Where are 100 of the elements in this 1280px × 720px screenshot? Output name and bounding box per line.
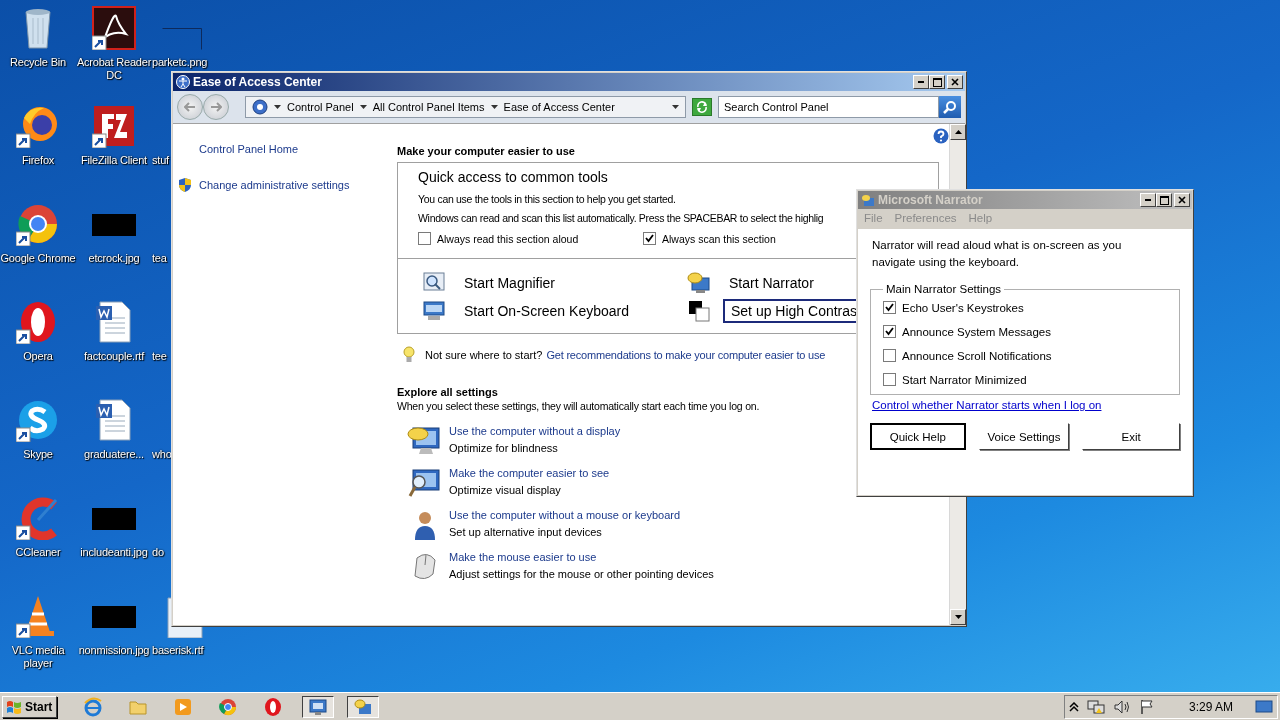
forward-arrow-icon xyxy=(210,102,222,112)
checkbox[interactable] xyxy=(883,325,896,338)
refresh-icon xyxy=(696,101,708,113)
icon-label[interactable]: Opera xyxy=(23,350,53,363)
help-icon[interactable] xyxy=(933,128,949,144)
close-button[interactable] xyxy=(947,75,963,89)
minimize-button[interactable] xyxy=(1140,193,1156,207)
opera-icon[interactable] xyxy=(263,696,284,717)
icon-label[interactable]: parketc.png xyxy=(152,56,208,69)
taskbar-button[interactable] xyxy=(347,695,380,718)
narrator-icon xyxy=(861,193,875,207)
contrast-icon xyxy=(687,300,711,322)
checkbox[interactable] xyxy=(418,232,431,245)
icon-label[interactable]: nonmission.jpg xyxy=(78,644,150,657)
icon-label[interactable]: tee xyxy=(152,350,167,363)
icon-label[interactable]: baserisk.rtf xyxy=(152,644,204,657)
search-icon xyxy=(943,100,957,114)
icon-label[interactable]: Recycle Bin xyxy=(10,56,66,69)
refresh-button[interactable] xyxy=(692,98,712,116)
back-arrow-icon xyxy=(184,102,196,112)
dropdown-arrow-icon[interactable] xyxy=(672,105,679,109)
icon-label[interactable]: Google Chrome xyxy=(0,252,76,265)
minimize-icon xyxy=(1145,199,1151,201)
icon-label[interactable]: Firefox xyxy=(21,154,55,167)
close-icon xyxy=(951,78,959,86)
section-description: When you select these settings, they will automatically start each time you log on. xyxy=(397,400,760,412)
sidebar-link[interactable]: Control Panel Home xyxy=(199,143,299,155)
setting-link[interactable]: Use the computer without a mouse or keyboard xyxy=(449,509,681,521)
group-title: Main Narrator Settings xyxy=(885,283,1003,295)
close-button[interactable] xyxy=(1174,193,1190,207)
icon-label[interactable]: etcrock.jpg xyxy=(88,252,140,265)
breadcrumb[interactable]: All Control Panel Items xyxy=(372,101,485,113)
setting-description: Optimize for blindness xyxy=(449,442,558,454)
address-bar[interactable]: Control Panel All Control Panel Items Ease of Access Center xyxy=(245,96,686,118)
icon-label[interactable]: stuf xyxy=(152,154,169,167)
tool-link[interactable]: Start On-Screen Keyboard xyxy=(458,301,635,321)
tool-link[interactable]: Start Narrator xyxy=(723,273,820,293)
pdf-icon xyxy=(92,6,136,50)
tool-link[interactable]: Start Magnifier xyxy=(458,273,562,293)
up-arrow-icon[interactable] xyxy=(954,130,962,134)
control-panel-icon xyxy=(308,697,329,716)
dropdown-arrow-icon[interactable] xyxy=(274,105,281,109)
minimize-button[interactable] xyxy=(913,75,929,89)
breadcrumb[interactable]: Control Panel xyxy=(287,101,354,113)
icon-label[interactable]: graduatere... xyxy=(84,448,144,461)
recommendations-link[interactable]: Get recommendations to make your computer easier to use xyxy=(546,349,826,361)
icon-label[interactable]: factcouple.rtf xyxy=(83,350,145,363)
section-heading: Explore all settings xyxy=(397,386,498,398)
narrator-icon xyxy=(353,697,374,716)
maximize-icon xyxy=(932,77,942,87)
setting-description: Set up alternative input devices xyxy=(449,526,602,538)
setting-link[interactable]: Use the computer without a display xyxy=(449,425,621,437)
checkbox[interactable] xyxy=(883,301,896,314)
ccleaner-icon xyxy=(16,496,60,540)
panel-title: Quick access to common tools xyxy=(418,169,608,185)
dialog-button[interactable]: Quick Help xyxy=(870,423,966,450)
search-field[interactable]: Search Control Panel xyxy=(718,96,939,118)
checkbox-label: Announce System Messages xyxy=(902,325,1051,338)
image-thumbnail-icon xyxy=(162,28,202,50)
icon-label[interactable]: who xyxy=(152,448,172,461)
shield-icon xyxy=(177,177,193,193)
check-icon xyxy=(645,234,654,243)
dialog-button[interactable]: Exit xyxy=(1082,423,1180,450)
chevron-icon[interactable] xyxy=(1068,701,1079,712)
setting-link[interactable]: Make the computer easier to see xyxy=(449,467,610,479)
icon-label[interactable]: Skype xyxy=(23,448,53,461)
icon-label[interactable]: tea xyxy=(152,252,167,265)
icon-label[interactable]: FileZilla Client xyxy=(81,154,147,167)
minimize-icon xyxy=(918,81,924,83)
volume-icon[interactable] xyxy=(1112,698,1131,715)
network-icon[interactable] xyxy=(1086,698,1105,715)
icon-label[interactable]: CCleaner xyxy=(15,546,61,559)
icon-label[interactable]: do xyxy=(152,546,164,559)
clock[interactable]: 3:29 AM xyxy=(1188,699,1233,714)
show-desktop-icon[interactable] xyxy=(1255,699,1273,714)
dropdown-arrow-icon[interactable] xyxy=(490,105,498,109)
start-button[interactable]: Start xyxy=(2,695,58,718)
icon-label[interactable]: VLC media player xyxy=(0,644,76,670)
checkbox[interactable] xyxy=(643,232,656,245)
icon-label[interactable]: Acrobat Reader DC xyxy=(76,56,152,82)
checkbox[interactable] xyxy=(883,373,896,386)
chrome-icon[interactable] xyxy=(218,696,239,717)
check-icon xyxy=(885,303,894,312)
maximize-button[interactable] xyxy=(929,75,945,89)
browser-icon[interactable] xyxy=(83,696,104,717)
setting-description: Optimize visual display xyxy=(449,484,561,496)
maximize-button[interactable] xyxy=(1156,193,1172,207)
search-button[interactable] xyxy=(939,96,961,118)
startup-link[interactable]: Control whether Narrator starts when I log on xyxy=(872,399,1102,411)
flag-icon[interactable] xyxy=(1138,698,1155,715)
window-title: Ease of Access Center xyxy=(193,75,323,89)
checkbox[interactable] xyxy=(883,349,896,362)
icon-label[interactable]: includeanti.jpg xyxy=(80,546,148,559)
dialog-button[interactable]: Voice Settings xyxy=(978,423,1070,450)
breadcrumb[interactable]: Ease of Access Center xyxy=(503,101,615,113)
setting-link[interactable]: Make the mouse easier to use xyxy=(449,551,597,563)
dropdown-arrow-icon[interactable] xyxy=(359,105,367,109)
sidebar-link[interactable]: Change administrative settings xyxy=(199,179,350,191)
taskbar-button[interactable] xyxy=(302,695,335,718)
down-arrow-icon[interactable] xyxy=(954,615,962,619)
